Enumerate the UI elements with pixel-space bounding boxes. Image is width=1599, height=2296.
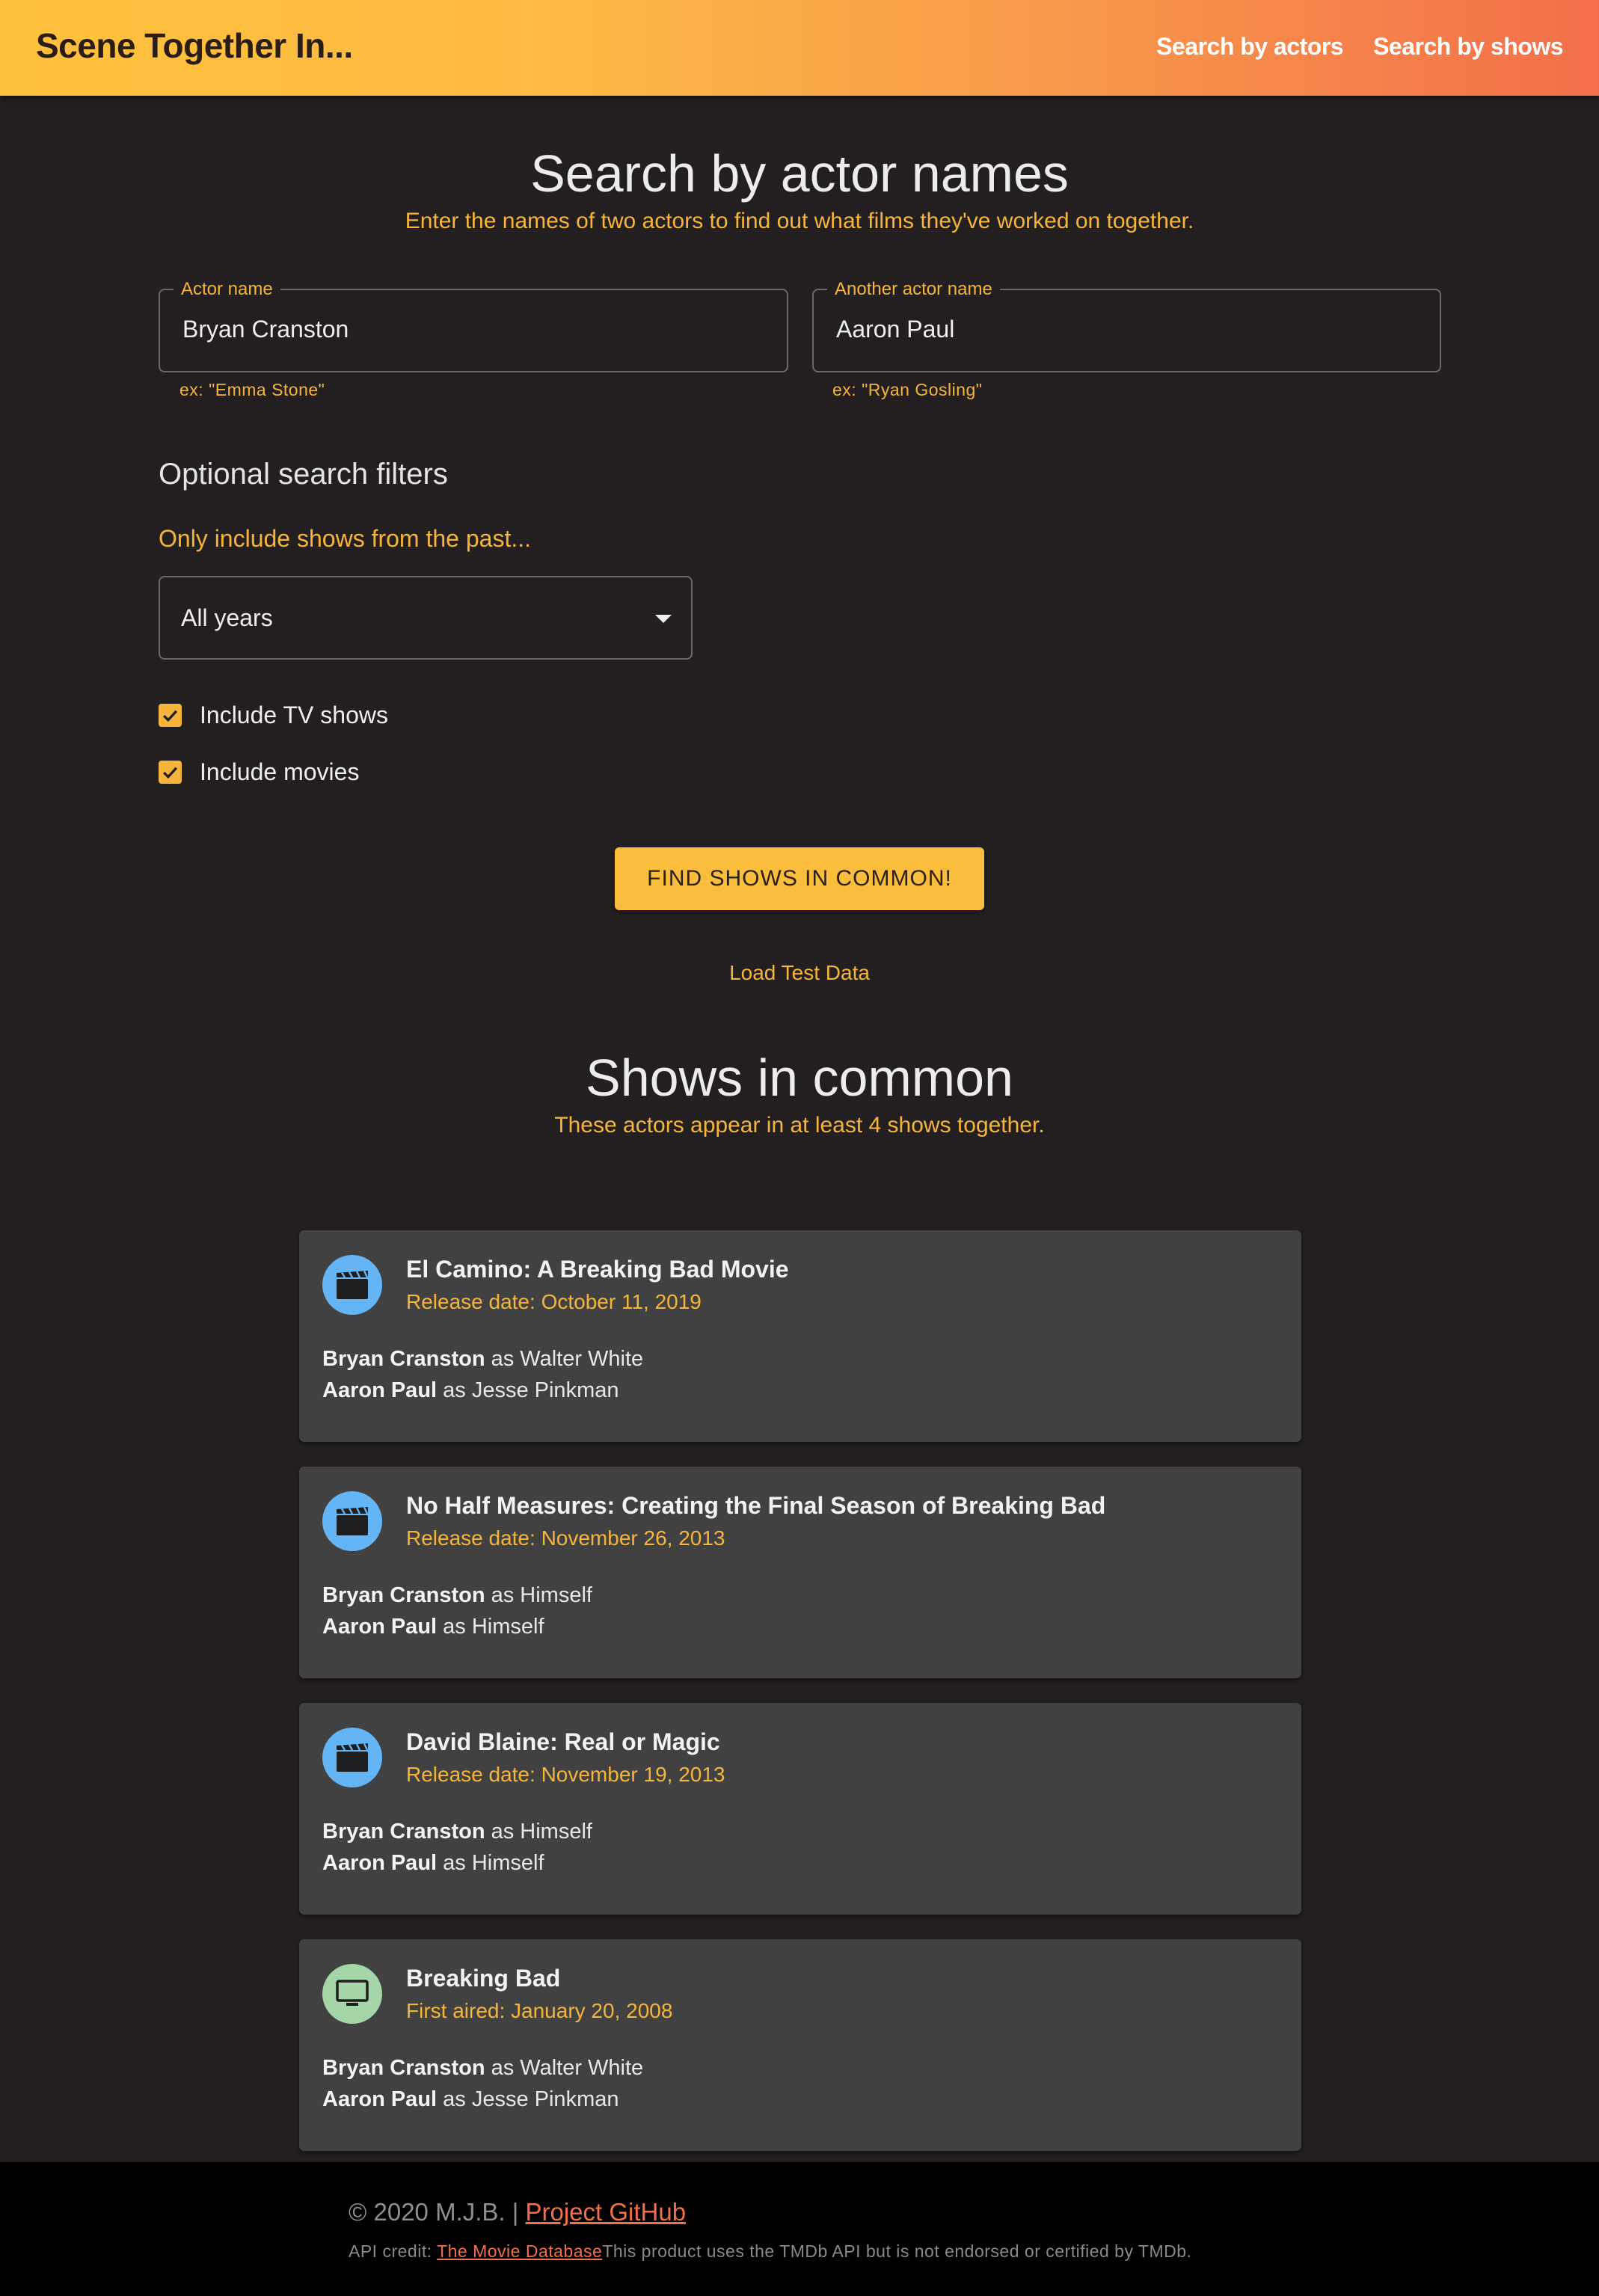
actor-name-label: Actor name	[174, 279, 280, 300]
checkbox-checked-icon[interactable]	[159, 761, 182, 784]
actor-name-field[interactable]: Actor name Bryan Cranston	[159, 279, 788, 372]
include-movies-label: Include movies	[200, 758, 360, 785]
footer: © 2020 M.J.B. | Project GitHub API credi…	[0, 2162, 1599, 2296]
role-line: Bryan Cranston as Himself	[322, 1583, 592, 1608]
actor-name: Bryan Cranston	[322, 1347, 485, 1371]
show-card[interactable]: David Blaine: Real or Magic Release date…	[299, 1703, 1301, 1915]
show-date: First aired: January 20, 2008	[406, 1999, 673, 2022]
project-github-link[interactable]: Project GitHub	[525, 2198, 686, 2226]
character-name: as Himself	[485, 1583, 592, 1607]
show-date: Release date: November 19, 2013	[406, 1763, 725, 1786]
role-line: Aaron Paul as Jesse Pinkman	[322, 2087, 619, 2112]
actor-name: Aaron Paul	[322, 1615, 438, 1639]
actor-name: Aaron Paul	[322, 1378, 438, 1402]
another-actor-name-helper: ex: "Ryan Gosling"	[832, 380, 983, 399]
character-name: as Walter White	[485, 1347, 644, 1371]
tv-icon	[322, 1964, 382, 2024]
show-title[interactable]: David Blaine: Real or Magic	[406, 1728, 720, 1756]
top-nav: Search by actors Search by shows	[1156, 33, 1563, 61]
movie-clapper-icon	[322, 1491, 382, 1551]
show-date: Release date: October 11, 2019	[406, 1290, 702, 1313]
tmdb-link[interactable]: The Movie Database	[437, 2241, 602, 2261]
character-name: as Himself	[485, 1820, 592, 1844]
movie-clapper-icon	[322, 1255, 382, 1315]
show-card[interactable]: Breaking Bad First aired: January 20, 20…	[299, 1939, 1301, 2151]
another-actor-name-field[interactable]: Another actor name Aaron Paul	[812, 279, 1441, 372]
include-movies-checkbox-row[interactable]: Include movies	[159, 758, 359, 786]
results-heading: Shows in common	[586, 1049, 1013, 1107]
include-tv-checkbox-row[interactable]: Include TV shows	[159, 702, 388, 729]
api-credit-prefix: API credit:	[349, 2241, 438, 2261]
years-select-value: All years	[181, 604, 273, 631]
filters-heading: Optional search filters	[159, 458, 448, 491]
search-heading: Search by actor names	[530, 144, 1069, 203]
actor-name: Bryan Cranston	[322, 1820, 485, 1844]
actor-name-helper: ex: "Emma Stone"	[179, 380, 325, 399]
role-line: Aaron Paul as Himself	[322, 1615, 544, 1639]
years-select[interactable]: All years	[159, 576, 693, 660]
actor-name: Bryan Cranston	[322, 1583, 485, 1607]
actor-name: Bryan Cranston	[322, 2056, 485, 2080]
show-title[interactable]: El Camino: A Breaking Bad Movie	[406, 1256, 789, 1283]
footer-api-credit: API credit: The Movie DatabaseThis produ…	[349, 2241, 1191, 2262]
character-name: as Jesse Pinkman	[437, 2087, 619, 2111]
show-title[interactable]: No Half Measures: Creating the Final Sea…	[406, 1492, 1105, 1520]
show-date: Release date: November 26, 2013	[406, 1526, 725, 1550]
tmdb-disclaimer: This product uses the TMDb API but is no…	[602, 2241, 1192, 2261]
another-actor-name-value[interactable]: Aaron Paul	[836, 316, 954, 343]
show-title[interactable]: Breaking Bad	[406, 1965, 560, 1992]
actor-name: Aaron Paul	[322, 1851, 438, 1875]
app-title[interactable]: Scene Together In...	[36, 25, 353, 66]
character-name: as Himself	[437, 1851, 544, 1875]
actor-name: Aaron Paul	[322, 2087, 438, 2111]
copyright-text: © 2020 M.J.B. |	[349, 2198, 526, 2226]
footer-copyright-line: © 2020 M.J.B. | Project GitHub	[349, 2198, 686, 2226]
role-line: Aaron Paul as Jesse Pinkman	[322, 1378, 619, 1403]
app-bar: Scene Together In... Search by actors Se…	[0, 0, 1599, 96]
role-line: Bryan Cranston as Walter White	[322, 1347, 643, 1372]
load-test-data-link[interactable]: Load Test Data	[0, 961, 1599, 985]
years-filter-label: Only include shows from the past...	[159, 525, 531, 552]
another-actor-name-label: Another actor name	[827, 279, 1000, 300]
results-subheading: These actors appear in at least 4 shows …	[554, 1113, 1045, 1138]
dropdown-caret-icon	[655, 615, 672, 623]
show-card[interactable]: El Camino: A Breaking Bad Movie Release …	[299, 1230, 1301, 1442]
checkbox-checked-icon[interactable]	[159, 704, 182, 727]
role-line: Aaron Paul as Himself	[322, 1851, 544, 1876]
actor-name-value[interactable]: Bryan Cranston	[182, 316, 349, 343]
nav-search-by-actors[interactable]: Search by actors	[1156, 33, 1343, 61]
movie-clapper-icon	[322, 1728, 382, 1787]
role-line: Bryan Cranston as Walter White	[322, 2056, 643, 2081]
include-tv-label: Include TV shows	[200, 702, 388, 728]
search-subheading: Enter the names of two actors to find ou…	[405, 209, 1194, 233]
find-shows-button[interactable]: FIND SHOWS IN COMMON!	[615, 847, 984, 910]
show-card[interactable]: No Half Measures: Creating the Final Sea…	[299, 1467, 1301, 1678]
nav-search-by-shows[interactable]: Search by shows	[1373, 33, 1563, 61]
character-name: as Himself	[437, 1615, 544, 1639]
character-name: as Jesse Pinkman	[437, 1378, 619, 1402]
role-line: Bryan Cranston as Himself	[322, 1820, 592, 1844]
character-name: as Walter White	[485, 2056, 644, 2080]
